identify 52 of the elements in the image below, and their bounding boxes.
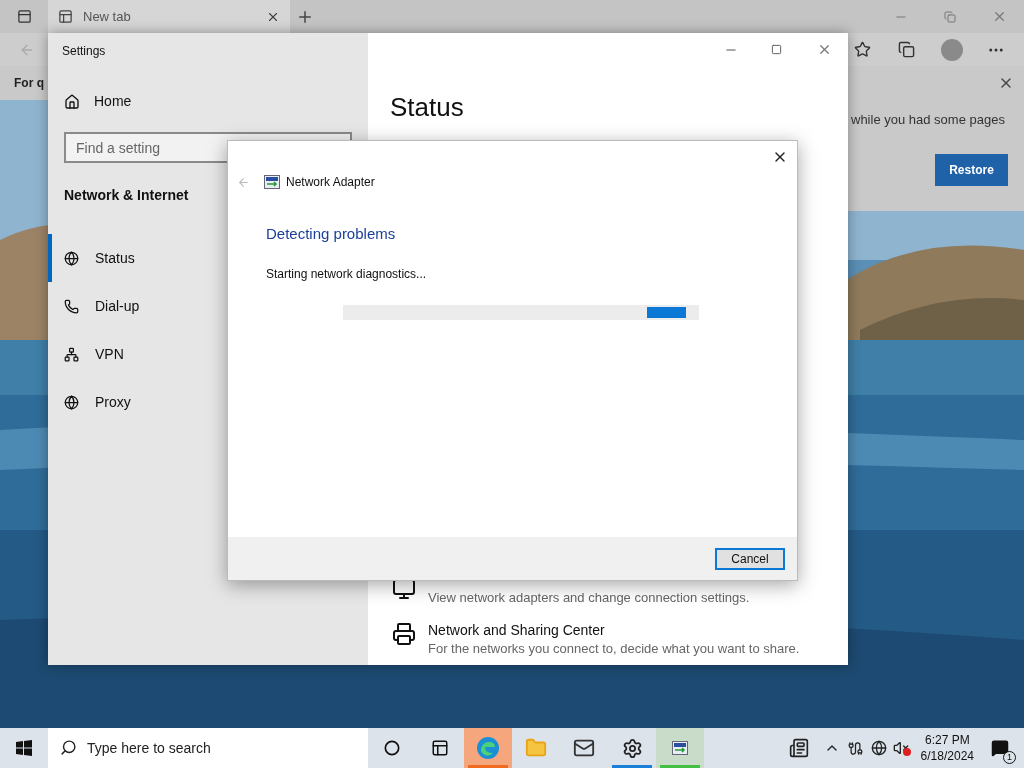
- start-icon[interactable]: [16, 740, 32, 756]
- taskbar-app[interactable]: [656, 728, 704, 768]
- notification-count: 1: [1003, 751, 1016, 764]
- cancel-button[interactable]: Cancel: [715, 547, 785, 570]
- clock-date: 6/18/2024: [920, 748, 974, 764]
- tab-actions-icon[interactable]: [17, 9, 32, 24]
- nav-item[interactable]: Dial-up: [48, 282, 368, 330]
- nav-icon: [64, 346, 79, 362]
- news-icon[interactable]: [787, 738, 810, 758]
- home-icon: [64, 93, 80, 110]
- adapter-icon: [672, 741, 688, 755]
- clock[interactable]: 6:27 PM 6/18/2024: [920, 732, 974, 764]
- nav-label: Status: [95, 248, 135, 268]
- restore-button[interactable]: Restore: [935, 153, 1008, 186]
- window-title: Settings: [62, 43, 107, 60]
- nav-icon: [64, 250, 79, 266]
- info-text: For q: [14, 75, 45, 92]
- nav-icon: [64, 298, 79, 314]
- browser-icon: [476, 736, 500, 760]
- nav-icon: [64, 394, 79, 410]
- section-title: Network & Internet: [64, 186, 190, 205]
- browser-tab[interactable]: New tab: [48, 0, 290, 33]
- device-icon[interactable]: [847, 740, 863, 756]
- printer-icon: [392, 622, 416, 646]
- mail-icon: [573, 737, 595, 759]
- page-icon: [58, 9, 73, 24]
- nav-label: Dial-up: [95, 296, 140, 316]
- setting-description: For the networks you connect to, decide what you want to share.: [428, 640, 800, 658]
- clock-time: 6:27 PM: [924, 732, 970, 748]
- setting-description: View network adapters and change connection settings.: [428, 589, 750, 607]
- notification-icon: [991, 739, 1009, 757]
- muted-volume-icon[interactable]: [892, 740, 911, 756]
- collections-icon[interactable]: [898, 41, 915, 58]
- nav-label: Proxy: [95, 392, 131, 412]
- cortana-icon: [384, 740, 400, 756]
- dialog-title: Network Adapter: [286, 174, 375, 191]
- home-label: Home: [94, 92, 132, 111]
- favorites-icon[interactable]: [854, 41, 871, 58]
- maximize-icon[interactable]: [771, 44, 782, 55]
- taskbar-search-field[interactable]: Type here to search: [48, 728, 368, 768]
- tab-title: New tab: [83, 7, 132, 26]
- adapter-icon: [264, 175, 280, 189]
- settings-icon: [621, 737, 643, 759]
- task-view-icon: [431, 739, 449, 757]
- folder-icon: [525, 737, 547, 759]
- page-heading: Status: [390, 91, 465, 124]
- restore-message: while you had some pages: [851, 111, 1005, 129]
- home-link[interactable]: Home: [64, 91, 368, 112]
- network-icon[interactable]: [870, 740, 887, 756]
- nav-label: VPN: [95, 344, 124, 364]
- setting-link[interactable]: Network and Sharing Center: [428, 620, 800, 640]
- search-icon: [60, 739, 77, 756]
